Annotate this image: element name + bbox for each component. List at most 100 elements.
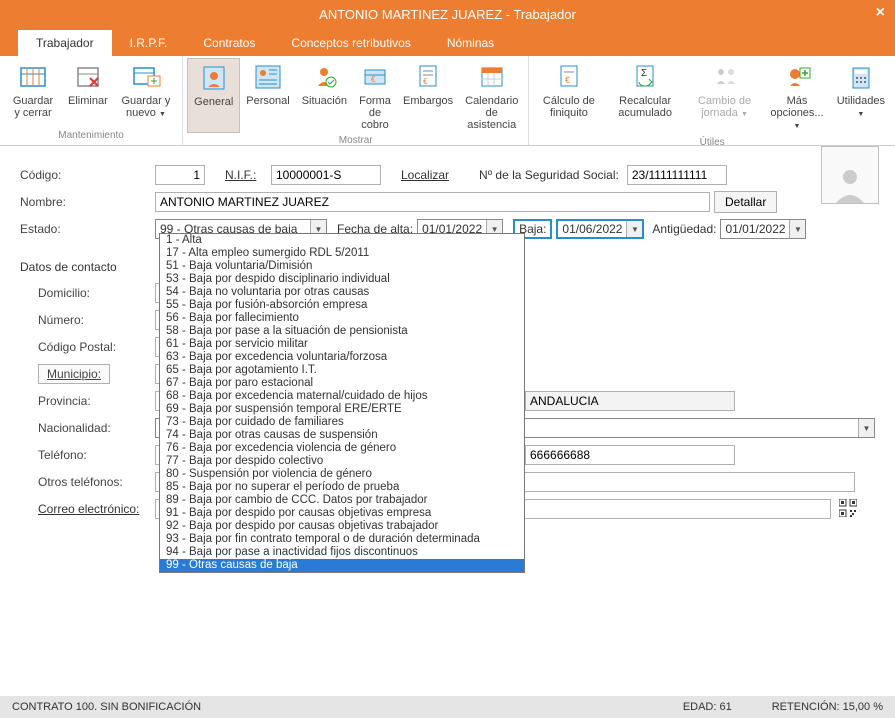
estado-option[interactable]: 53 - Baja por despido disciplinario indi… <box>160 273 524 286</box>
estado-option[interactable]: 77 - Baja por despido colectivo <box>160 455 524 468</box>
antiguedad-value: 01/01/2022 <box>721 222 789 236</box>
eliminar-label: Eliminar <box>68 95 108 107</box>
tab-conceptos[interactable]: Conceptos retributivos <box>273 30 428 56</box>
situacion-icon <box>308 62 340 92</box>
estado-label: Estado: <box>20 222 155 236</box>
tab-nominas[interactable]: Nóminas <box>429 30 512 56</box>
estado-option[interactable]: 63 - Baja por excedencia voluntaria/forz… <box>160 351 524 364</box>
antiguedad-input[interactable]: 01/01/2022 ▼ <box>720 219 806 239</box>
embargos-button[interactable]: € Embargos <box>397 58 459 133</box>
tab-irpf[interactable]: I.R.P.F. <box>112 30 186 56</box>
embargos-label: Embargos <box>403 95 453 107</box>
tab-trabajador[interactable]: Trabajador <box>18 30 112 56</box>
jornada-icon <box>709 62 741 92</box>
estado-option[interactable]: 94 - Baja por pase a inactividad fijos d… <box>160 546 524 559</box>
estado-option[interactable]: 68 - Baja por excedencia maternal/cuidad… <box>160 390 524 403</box>
guardar-cerrar-button[interactable]: Guardar y cerrar <box>4 58 62 128</box>
finiquito-label: Cálculo de finiquito <box>539 95 598 119</box>
nombre-input[interactable] <box>155 192 710 212</box>
embargos-icon: € <box>412 62 444 92</box>
estado-option[interactable]: 74 - Baja por otras causas de suspensión <box>160 429 524 442</box>
guardar-nuevo-label: Guardar y nuevo ▼ <box>120 95 172 121</box>
general-label: General <box>194 96 233 108</box>
calendario-label: Calendario de asistencia <box>465 95 518 131</box>
close-icon[interactable]: × <box>876 4 885 22</box>
codigo-label: Código: <box>20 168 155 182</box>
svg-text:€: € <box>371 75 376 84</box>
otros-telefonos-label: Otros teléfonos: <box>38 475 155 489</box>
general-button[interactable]: General <box>187 58 240 133</box>
detallar-button[interactable]: Detallar <box>714 191 777 213</box>
ribbon-group-mantenimiento: Guardar y cerrar Eliminar Guardar y nuev… <box>0 56 183 145</box>
qr-icon[interactable] <box>839 499 857 520</box>
nif-input[interactable] <box>271 165 381 185</box>
estado-option[interactable]: 69 - Baja por suspensión temporal ERE/ER… <box>160 403 524 416</box>
baja-input[interactable]: 01/06/2022 ▼ <box>556 219 644 239</box>
nacionalidad-label: Nacionalidad: <box>38 421 155 435</box>
guardar-nuevo-button[interactable]: Guardar y nuevo ▼ <box>114 58 178 128</box>
estado-option[interactable]: 1 - Alta <box>160 234 524 247</box>
estado-option[interactable]: 65 - Baja por agotamiento I.T. <box>160 364 524 377</box>
estado-option[interactable]: 61 - Baja por servicio militar <box>160 338 524 351</box>
correo-label[interactable]: Correo electrónico: <box>38 502 155 516</box>
estado-option[interactable]: 91 - Baja por despido por causas objetiv… <box>160 507 524 520</box>
estado-option[interactable]: 89 - Baja por cambio de CCC. Datos por t… <box>160 494 524 507</box>
chevron-down-icon[interactable]: ▼ <box>789 220 805 238</box>
codigo-postal-label: Código Postal: <box>38 340 155 354</box>
estado-option[interactable]: 67 - Baja por paro estacional <box>160 377 524 390</box>
domicilio-label: Domicilio: <box>38 286 155 300</box>
estado-option[interactable]: 56 - Baja por fallecimiento <box>160 312 524 325</box>
nss-input[interactable] <box>627 165 727 185</box>
calendario-button[interactable]: Calendario de asistencia <box>459 58 524 133</box>
utilidades-button[interactable]: Utilidades ▼ <box>831 58 891 135</box>
mas-opciones-label: Más opciones... ▼ <box>769 95 824 133</box>
nif-label[interactable]: N.I.F.: <box>225 168 265 182</box>
estado-option[interactable]: 58 - Baja por pase a la situación de pen… <box>160 325 524 338</box>
estado-option[interactable]: 92 - Baja por despido por causas objetiv… <box>160 520 524 533</box>
calculo-finiquito-button[interactable]: € Cálculo de finiquito <box>533 58 604 135</box>
titlebar: ANTONIO MARTINEZ JUAREZ - Trabajador × <box>0 0 895 28</box>
estado-option[interactable]: 55 - Baja por fusión-absorción empresa <box>160 299 524 312</box>
recalcular-button[interactable]: Σ Recalcular acumulado <box>604 58 685 135</box>
chevron-down-icon[interactable]: ▼ <box>626 221 642 237</box>
estado-dropdown[interactable]: 1 - Alta17 - Alta empleo sumergido RDL 5… <box>159 233 525 573</box>
statusbar: CONTRATO 100. SIN BONIFICACIÓN EDAD: 61 … <box>0 696 895 718</box>
telefono-label: Teléfono: <box>38 448 155 462</box>
ribbon-group-utiles: € Cálculo de finiquito Σ Recalcular acum… <box>529 56 895 145</box>
situacion-button[interactable]: Situación <box>296 58 353 133</box>
finiquito-icon: € <box>553 62 585 92</box>
eliminar-button[interactable]: Eliminar <box>62 58 114 128</box>
estado-option[interactable]: 99 - Otras causas de baja <box>160 559 524 572</box>
estado-option[interactable]: 17 - Alta empleo sumergido RDL 5/2011 <box>160 247 524 260</box>
person-icon <box>198 63 230 93</box>
provincia-extra <box>525 391 735 411</box>
personal-button[interactable]: Personal <box>240 58 295 133</box>
estado-option[interactable]: 80 - Suspensión por violencia de género <box>160 468 524 481</box>
forma-cobro-button[interactable]: € Forma de cobro <box>353 58 397 133</box>
codigo-input[interactable] <box>155 165 205 185</box>
estado-option[interactable]: 93 - Baja por fin contrato temporal o de… <box>160 533 524 546</box>
municipio-button[interactable]: Municipio: <box>38 364 110 384</box>
estado-option[interactable]: 76 - Baja por excedencia violencia de gé… <box>160 442 524 455</box>
mas-opciones-button[interactable]: Más opciones... ▼ <box>763 58 830 135</box>
estado-option[interactable]: 51 - Baja voluntaria/Dimisión <box>160 260 524 273</box>
provincia-label: Provincia: <box>38 394 155 408</box>
svg-text:€: € <box>423 77 428 86</box>
forma-cobro-label: Forma de cobro <box>359 95 391 131</box>
estado-option[interactable]: 73 - Baja por cuidado de familiares <box>160 416 524 429</box>
photo-placeholder[interactable] <box>821 146 879 204</box>
estado-option[interactable]: 85 - Baja por no superar el período de p… <box>160 481 524 494</box>
status-edad: EDAD: 61 <box>683 701 732 713</box>
chevron-down-icon[interactable]: ▼ <box>858 419 874 437</box>
tab-contratos[interactable]: Contratos <box>185 30 273 56</box>
ribbon-group-mostrar: General Personal Situación € Forma de co… <box>183 56 529 145</box>
localizar-link[interactable]: Localizar <box>401 168 449 182</box>
estado-option[interactable]: 54 - Baja no voluntaria por otras causas <box>160 286 524 299</box>
utilidades-label: Utilidades ▼ <box>837 95 885 121</box>
nss-label: Nº de la Seguridad Social: <box>479 168 619 182</box>
personal-icon <box>252 62 284 92</box>
mas-opciones-icon <box>781 62 813 92</box>
nombre-label: Nombre: <box>20 195 155 209</box>
telefono-extra-input[interactable] <box>525 445 735 465</box>
guardar-cerrar-label: Guardar y cerrar <box>10 95 56 119</box>
